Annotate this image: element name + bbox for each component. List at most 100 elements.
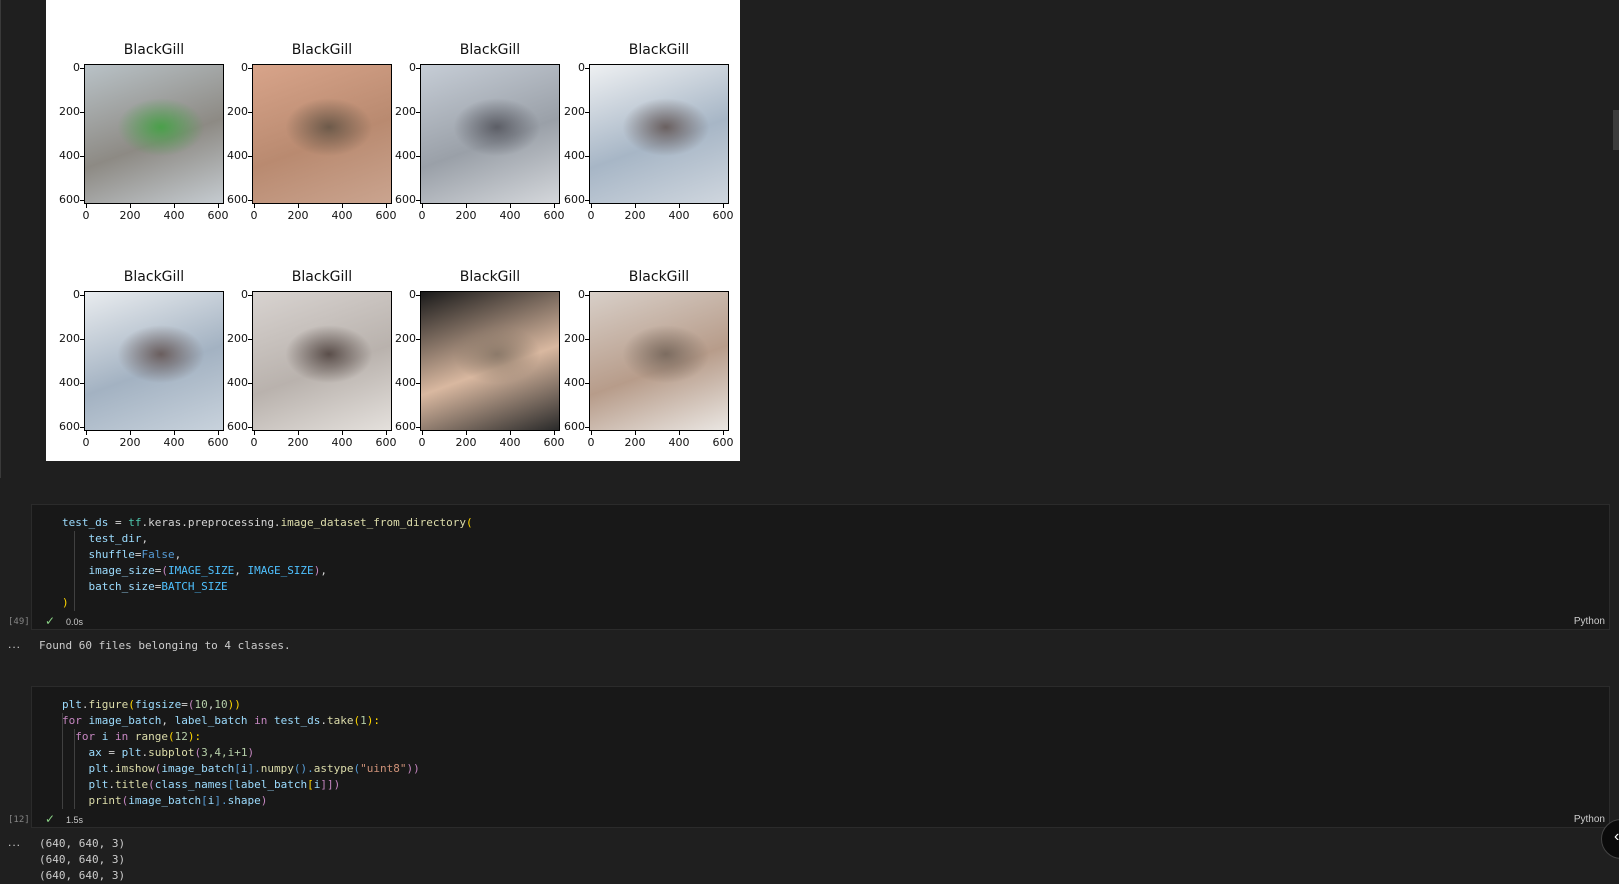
output-line: (640, 640, 3) bbox=[39, 837, 126, 850]
subplot-title: BlackGill bbox=[459, 269, 521, 285]
x-tick-label: 600 bbox=[712, 436, 734, 449]
code-editor[interactable]: plt.figure(figsize=(10,10)) for image_ba… bbox=[62, 697, 420, 809]
y-tick-mark bbox=[248, 383, 252, 384]
code-token: 3,4,i+1 bbox=[201, 746, 248, 759]
y-tick-mark bbox=[248, 427, 252, 428]
subplot-title: BlackGill bbox=[628, 269, 690, 285]
y-tick-mark bbox=[585, 295, 589, 296]
code-token: figsize bbox=[134, 698, 182, 711]
more-icon[interactable]: ... bbox=[8, 835, 21, 849]
y-tick-mark bbox=[80, 427, 84, 428]
y-tick-label: 0 bbox=[73, 61, 80, 74]
code-token: IMAGE_SIZE bbox=[167, 564, 235, 577]
y-tick-mark bbox=[416, 68, 420, 69]
subplot-image bbox=[84, 291, 224, 431]
subplot-title: BlackGill bbox=[123, 269, 185, 285]
code-token: [ bbox=[307, 778, 314, 791]
y-tick-mark bbox=[585, 200, 589, 201]
subplot-image bbox=[84, 64, 224, 204]
code-token: subplot bbox=[148, 746, 195, 759]
code-token: )) bbox=[227, 698, 241, 711]
code-token: , bbox=[161, 714, 175, 727]
y-tick-label: 0 bbox=[73, 288, 80, 301]
code-token: , bbox=[234, 564, 248, 577]
figure-output: BlackGill 0 200 400 600 0 200 400 600 BlackGill 0 2… bbox=[46, 0, 740, 461]
code-token: plt bbox=[62, 762, 109, 775]
subplot-image bbox=[589, 64, 729, 204]
y-tick-label: 600 bbox=[564, 193, 585, 206]
x-tick-mark bbox=[386, 431, 387, 435]
code-token: imshow bbox=[114, 762, 155, 775]
language-label[interactable]: Python bbox=[1574, 616, 1605, 627]
x-tick-mark bbox=[554, 431, 555, 435]
x-tick-label: 0 bbox=[418, 209, 426, 222]
code-token: [ bbox=[201, 794, 208, 807]
y-tick-mark bbox=[248, 112, 252, 113]
code-token: range bbox=[134, 730, 168, 743]
scrollbar-thumb[interactable] bbox=[1613, 110, 1619, 150]
x-tick-label: 200 bbox=[119, 436, 141, 449]
code-token: in bbox=[247, 714, 274, 727]
x-tick-label: 400 bbox=[499, 436, 521, 449]
code-token: (). bbox=[293, 762, 314, 775]
y-tick-label: 200 bbox=[59, 105, 80, 118]
code-token: = bbox=[108, 516, 129, 529]
code-token: i bbox=[95, 730, 109, 743]
code-token: label_batch bbox=[234, 778, 308, 791]
x-tick-mark bbox=[466, 204, 467, 208]
code-token: . bbox=[81, 698, 89, 711]
x-tick-label: 0 bbox=[82, 436, 90, 449]
y-tick-label: 200 bbox=[227, 332, 248, 345]
y-tick-mark bbox=[585, 156, 589, 157]
y-tick-mark bbox=[416, 427, 420, 428]
code-token: test_ds bbox=[62, 516, 109, 529]
y-tick-mark bbox=[585, 339, 589, 340]
code-editor[interactable]: test_ds = tf.keras.preprocessing.image_d… bbox=[62, 515, 473, 611]
x-tick-label: 0 bbox=[418, 436, 426, 449]
code-cell-1[interactable]: test_ds = tf.keras.preprocessing.image_d… bbox=[31, 504, 1610, 630]
x-tick-label: 0 bbox=[587, 209, 595, 222]
code-token: plt bbox=[62, 778, 109, 791]
x-tick-label: 200 bbox=[287, 436, 309, 449]
output-line: (640, 640, 3) bbox=[39, 869, 126, 882]
x-tick-mark bbox=[591, 204, 592, 208]
y-tick-mark bbox=[585, 383, 589, 384]
x-tick-mark bbox=[174, 431, 175, 435]
x-tick-mark bbox=[422, 431, 423, 435]
y-tick-label: 0 bbox=[578, 288, 585, 301]
code-token: astype bbox=[313, 762, 354, 775]
code-token: label_batch bbox=[174, 714, 248, 727]
x-tick-mark bbox=[254, 431, 255, 435]
subplot-title: BlackGill bbox=[291, 269, 353, 285]
x-tick-label: 400 bbox=[163, 436, 185, 449]
y-tick-mark bbox=[585, 112, 589, 113]
code-token: 10 bbox=[214, 698, 228, 711]
code-cell-2[interactable]: plt.figure(figsize=(10,10)) for image_ba… bbox=[31, 686, 1610, 828]
code-token: , bbox=[141, 532, 149, 545]
x-tick-label: 0 bbox=[587, 436, 595, 449]
more-icon[interactable]: ... bbox=[8, 637, 21, 651]
y-tick-mark bbox=[248, 200, 252, 201]
code-token: class_names bbox=[154, 778, 228, 791]
x-tick-label: 200 bbox=[287, 209, 309, 222]
code-token: ]]) bbox=[320, 778, 341, 791]
indent-guide bbox=[74, 729, 75, 809]
code-token: test_ds bbox=[273, 714, 321, 727]
x-tick-label: 200 bbox=[119, 209, 141, 222]
subplot-image bbox=[252, 64, 392, 204]
cell-output: Found 60 files belonging to 4 classes. bbox=[39, 639, 291, 652]
x-tick-mark bbox=[635, 431, 636, 435]
y-tick-mark bbox=[416, 295, 420, 296]
code-token: 10 bbox=[194, 698, 208, 711]
code-token: = bbox=[101, 746, 122, 759]
x-tick-label: 0 bbox=[250, 436, 258, 449]
language-label[interactable]: Python bbox=[1574, 814, 1605, 825]
code-token: 1 bbox=[360, 714, 367, 727]
code-token: 12 bbox=[174, 730, 188, 743]
code-token: image_dataset_from_directory bbox=[280, 516, 466, 529]
y-tick-label: 200 bbox=[564, 105, 585, 118]
chevron-left-icon: ‹ bbox=[1614, 828, 1619, 845]
x-tick-label: 200 bbox=[624, 436, 646, 449]
code-token: ]. bbox=[214, 794, 228, 807]
x-tick-label: 400 bbox=[163, 209, 185, 222]
